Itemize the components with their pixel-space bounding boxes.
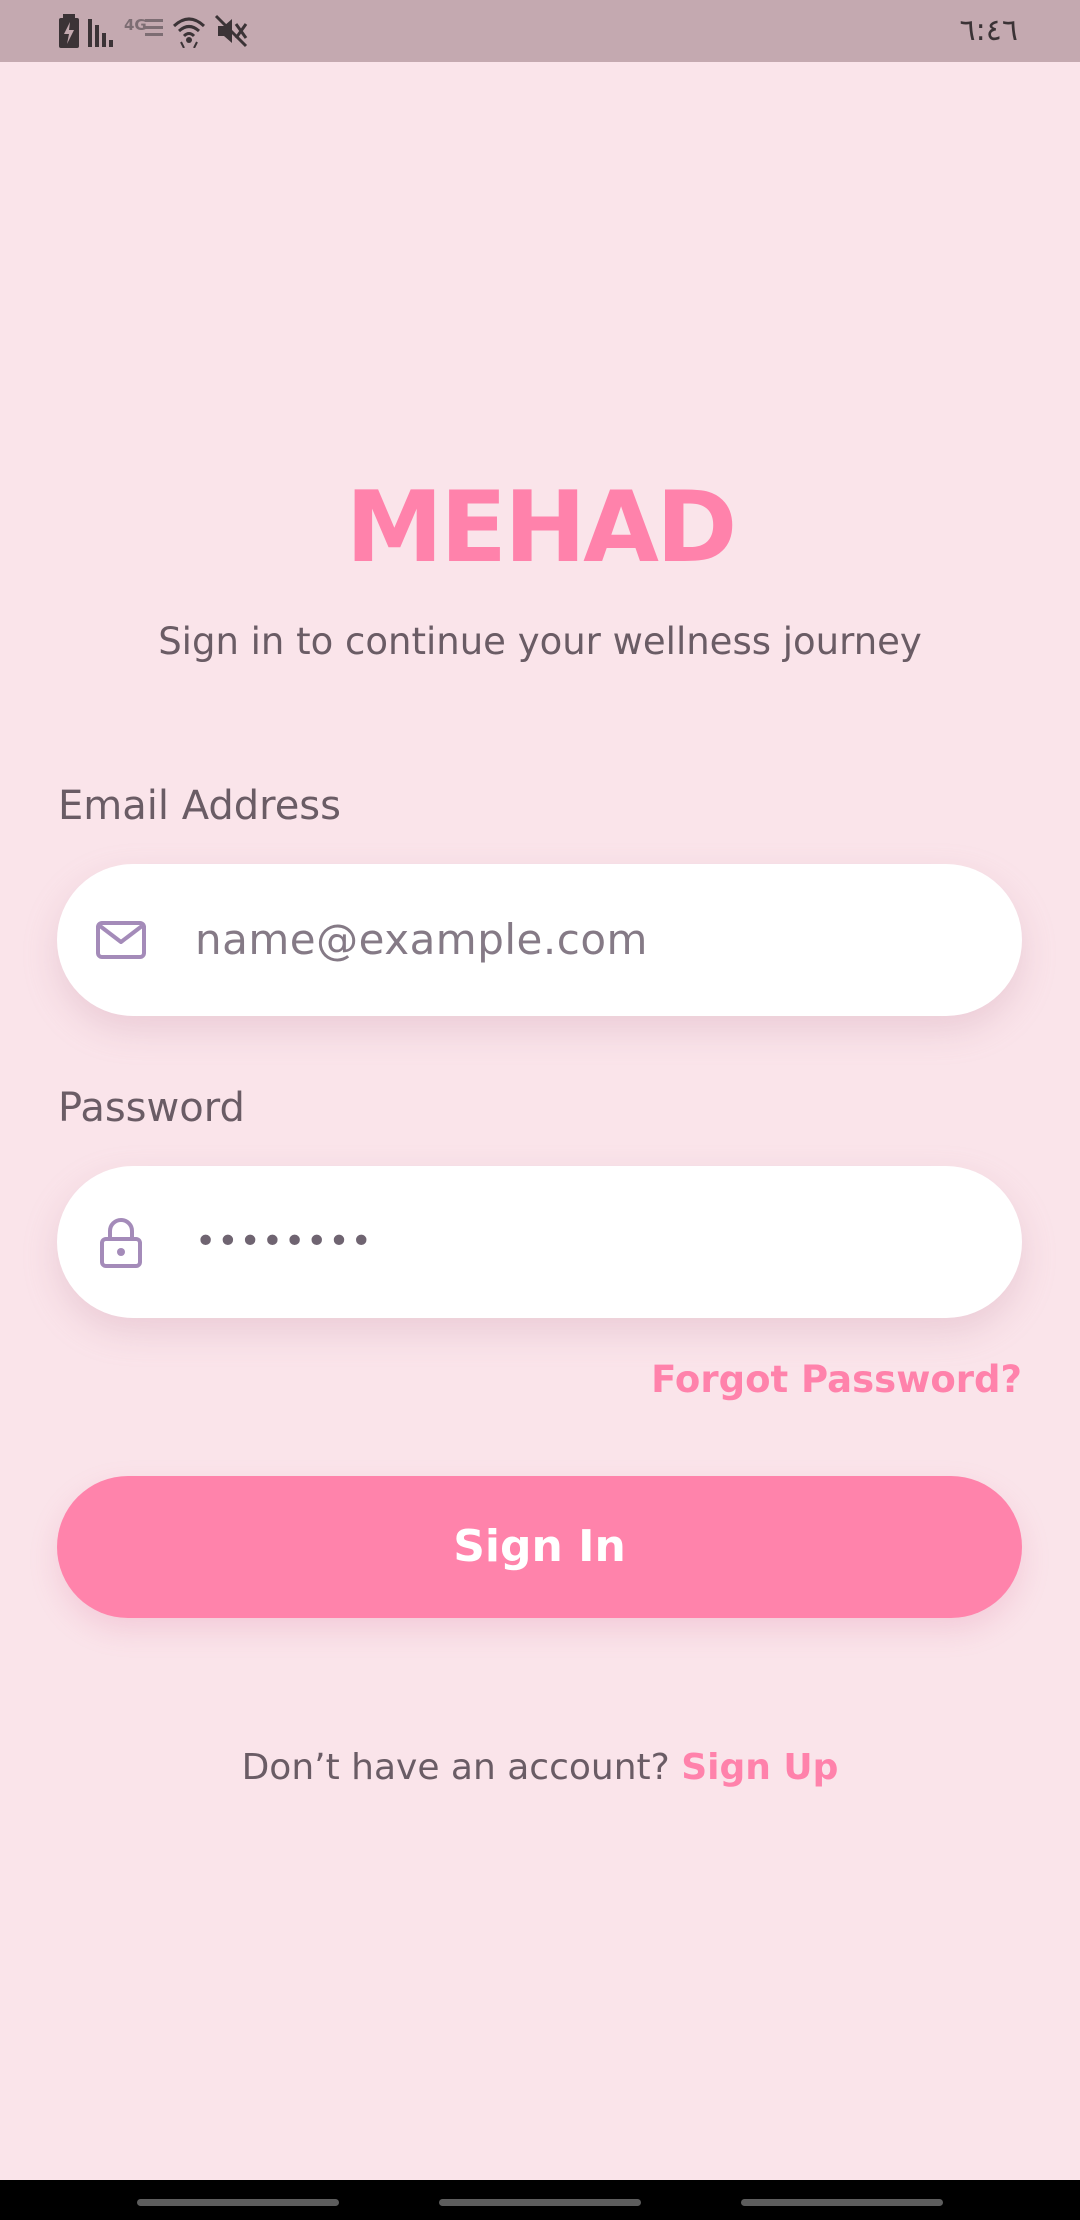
password-field[interactable]: •••••••• [57,1166,1022,1318]
vibrate-mute-icon [214,14,248,48]
status-bar: 4G ٦:٤٦ [0,0,1080,62]
sign-up-link[interactable]: Sign Up [681,1747,838,1788]
signup-prompt-text: Don’t have an account? [241,1747,670,1788]
wifi-icon [172,17,206,48]
status-time: ٦:٤٦ [959,13,1018,48]
nav-home-handle[interactable] [439,2199,641,2206]
lock-icon [100,1218,142,1268]
sign-in-button[interactable]: Sign In [57,1476,1022,1618]
forgot-password-link[interactable]: Forgot Password? [651,1352,1022,1408]
password-label: Password [58,1085,245,1131]
signal-bars-icon [88,19,113,47]
system-navigation-bar [0,2180,1080,2220]
nav-back-handle[interactable] [137,2199,339,2206]
svg-text:4G: 4G [124,16,147,34]
nav-recents-handle[interactable] [741,2199,943,2206]
password-value: •••••••• [195,1221,373,1262]
email-placeholder: name@example.com [195,915,648,964]
network-4g-icon: 4G [124,16,163,36]
email-field[interactable]: name@example.com [57,864,1022,1016]
signup-prompt-row: Don’t have an account? Sign Up [0,1740,1080,1796]
battery-saver-icon [59,14,79,48]
app-title: MEHAD [345,471,738,585]
status-icons: 4G [58,12,248,50]
email-label: Email Address [58,783,341,829]
app-subtitle: Sign in to continue your wellness journe… [158,620,922,663]
mail-icon [96,921,146,959]
